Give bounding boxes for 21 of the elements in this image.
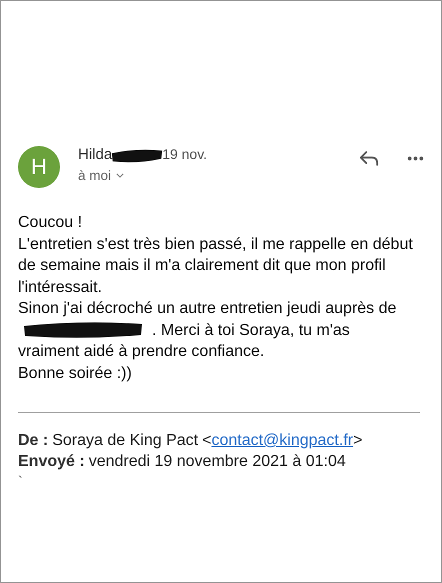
chevron-down-icon[interactable] xyxy=(116,173,124,178)
message-text: L'entretien s'est très bien passé, il me rappelle en début xyxy=(18,234,413,254)
message-text: l'intéressait. xyxy=(18,278,102,298)
message-text: Sinon j'ai décroché un autre entretien jeudi auprès de xyxy=(18,299,396,319)
text-fragment: ` xyxy=(18,474,23,488)
message-text: de semaine mais il m'a clairement dit que mon profil xyxy=(18,256,386,276)
sent-label: Envoyé : xyxy=(18,452,85,472)
recipient-label: à moi xyxy=(78,168,112,183)
message-text: Coucou ! xyxy=(18,213,82,233)
reply-icon[interactable] xyxy=(359,150,379,167)
more-icon[interactable] xyxy=(407,156,424,161)
message-text: . Merci à toi Soraya, tu m'as xyxy=(152,320,350,340)
message-text: Bonne soirée :)) xyxy=(18,364,132,384)
sent-date: vendredi 19 novembre 2021 à 01:04 xyxy=(88,452,346,472)
email-date: 19 nov. xyxy=(162,146,208,162)
message-text: vraiment aidé à prendre confiance. xyxy=(18,342,264,362)
from-name: Soraya de King Pact xyxy=(52,431,198,451)
email-address: <contact@kingpact.fr> xyxy=(202,431,362,451)
avatar: H xyxy=(18,146,60,188)
sender-name: Hilda xyxy=(78,146,112,162)
from-label: De : xyxy=(18,431,48,451)
